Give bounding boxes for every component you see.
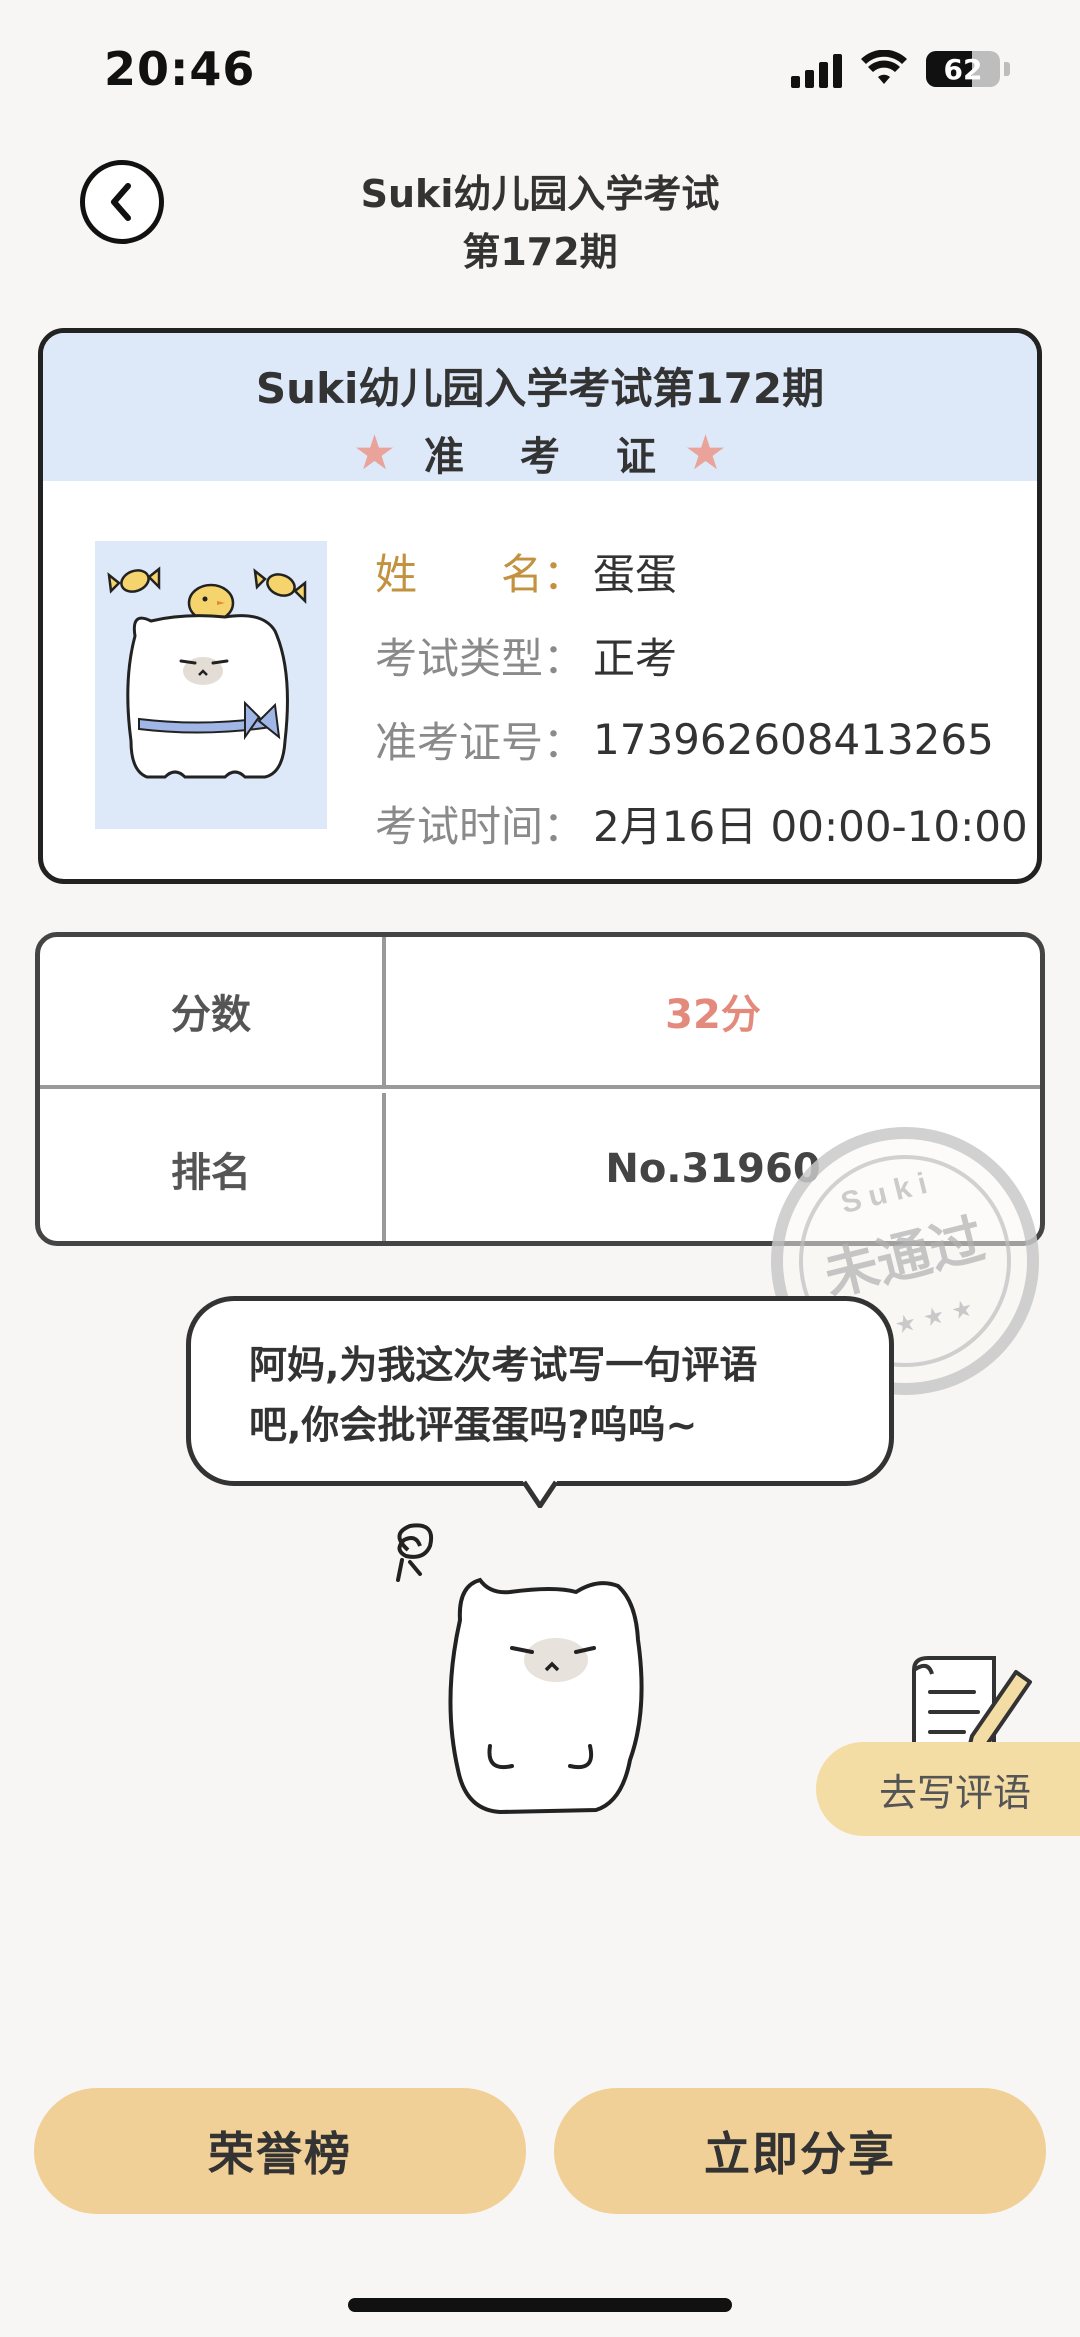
admission-ticket-card: Suki幼儿园入学考试第172期 ★ 准考证 ★ 姓 名： 蛋蛋 考试类型： 正… bbox=[38, 328, 1042, 884]
write-comment-button[interactable]: 去写评语 bbox=[816, 1742, 1080, 1836]
bubble-text-line1: 阿妈,为我这次考试写一句评语 bbox=[249, 1343, 758, 1387]
info-key: 准考证号： bbox=[375, 717, 586, 767]
info-key: 姓 名： bbox=[375, 549, 586, 599]
avatar bbox=[95, 541, 327, 829]
home-indicator bbox=[348, 2298, 732, 2312]
info-value: 正考 bbox=[593, 633, 678, 683]
info-value: 蛋蛋 bbox=[593, 549, 678, 599]
info-row-ticket-number: 准考证号： 173962608413265 bbox=[375, 697, 1028, 781]
score-value: 32分 bbox=[665, 992, 761, 1038]
status-bar: 20:46 62 bbox=[0, 0, 1080, 130]
cellular-signal-icon bbox=[791, 50, 842, 88]
rank-label: 排名 bbox=[40, 1093, 386, 1241]
page-subtitle: 第172期 bbox=[462, 230, 618, 274]
info-key: 考试类型： bbox=[375, 633, 586, 683]
speech-bubble: 阿妈,为我这次考试写一句评语 吧,你会批评蛋蛋吗?呜呜~ bbox=[186, 1296, 894, 1486]
honor-list-button[interactable]: 荣誉榜 bbox=[34, 2088, 526, 2214]
status-time: 20:46 bbox=[104, 42, 256, 96]
info-row-exam-type: 考试类型： 正考 bbox=[375, 613, 1028, 697]
battery-tip bbox=[1004, 62, 1010, 76]
star-icon: ★ bbox=[352, 425, 396, 481]
bubble-tail bbox=[522, 1480, 558, 1508]
info-value: 173962608413265 bbox=[593, 714, 994, 764]
table-row: 分数 32分 bbox=[40, 937, 1040, 1089]
ticket-info: 姓 名： 蛋蛋 考试类型： 正考 准考证号： 173962608413265 考… bbox=[375, 529, 1028, 865]
cat-illustration bbox=[396, 1523, 644, 1815]
ticket-header: Suki幼儿园入学考试第172期 ★ 准考证 ★ bbox=[43, 333, 1037, 481]
info-row-name: 姓 名： 蛋蛋 bbox=[375, 529, 1028, 613]
ticket-subtitle-label: 准考证 bbox=[424, 434, 712, 480]
ticket-title: Suki幼儿园入学考试第172期 bbox=[255, 364, 825, 413]
score-label: 分数 bbox=[40, 937, 386, 1085]
wifi-icon bbox=[861, 50, 907, 84]
back-button[interactable] bbox=[80, 160, 164, 244]
battery-level: 62 bbox=[943, 52, 983, 86]
battery-icon: 62 bbox=[926, 51, 1000, 87]
info-value: 2月16日 00:00-10:00 bbox=[593, 801, 1028, 851]
chevron-left-icon bbox=[111, 183, 131, 221]
page-title: Suki幼儿园入学考试 bbox=[360, 172, 720, 216]
info-key: 考试时间： bbox=[375, 801, 586, 851]
info-row-exam-time: 考试时间： 2月16日 00:00-10:00 bbox=[375, 781, 1028, 865]
share-now-button[interactable]: 立即分享 bbox=[554, 2088, 1046, 2214]
status-icons: 62 bbox=[791, 50, 1010, 88]
star-icon: ★ bbox=[684, 425, 728, 481]
bubble-text-line2: 吧,你会批评蛋蛋吗?呜呜~ bbox=[249, 1403, 698, 1447]
ticket-subtitle: ★ 准考证 ★ bbox=[43, 424, 1037, 482]
